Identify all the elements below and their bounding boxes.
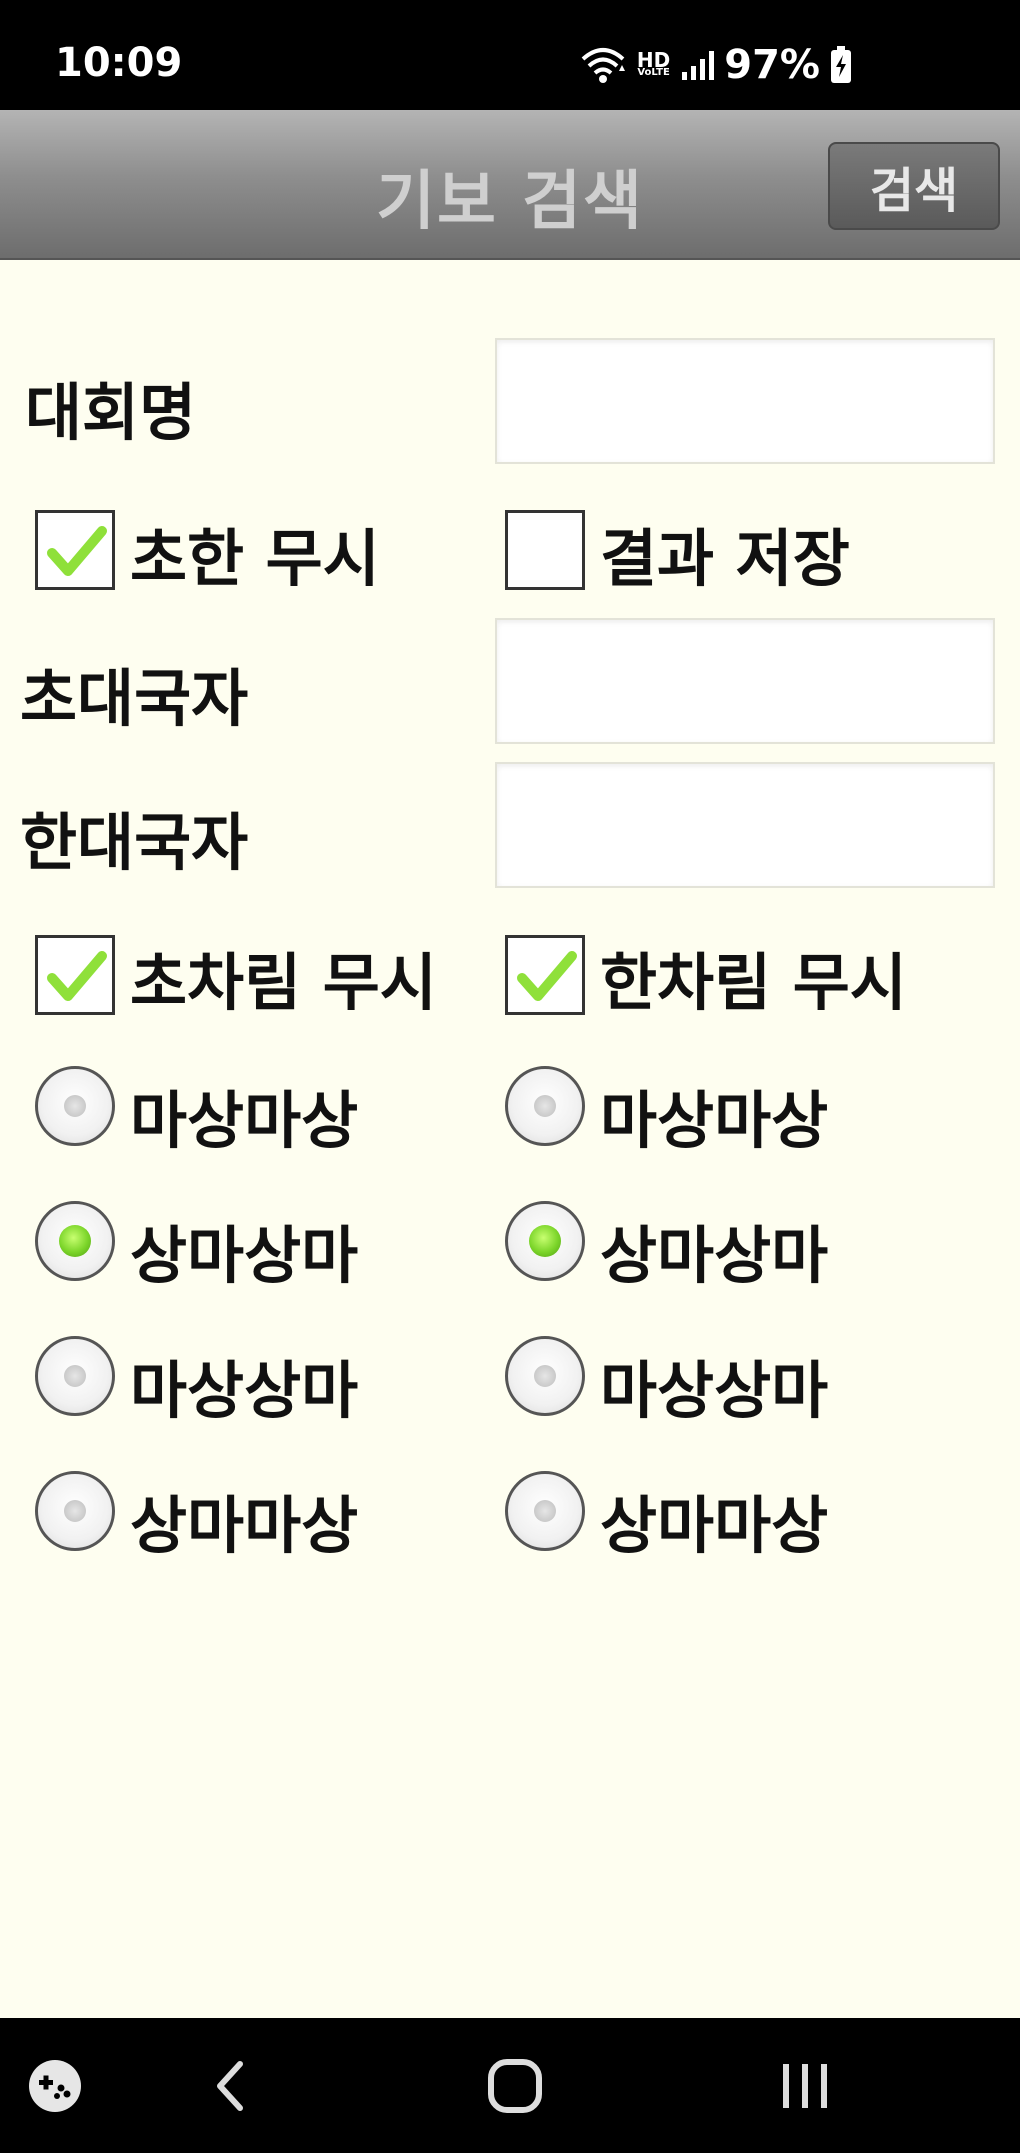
cho-setup-radio-4[interactable] (35, 1471, 115, 1551)
ignore-cho-setup-checkbox[interactable] (35, 935, 115, 1015)
save-result-checkbox[interactable] (505, 510, 585, 590)
hd-voice-label: HD VoLTE (636, 48, 671, 78)
signal-icon (680, 48, 715, 82)
cho-setup-label-4: 상마마상 (130, 1489, 359, 1562)
han-player-label: 한대국자 (20, 806, 249, 879)
tournament-input[interactable] (495, 338, 995, 464)
han-setup-label-1: 마상마상 (600, 1084, 829, 1157)
status-icons: HD VoLTE 97% (579, 40, 852, 90)
han-player-input[interactable] (495, 762, 995, 888)
ignore-cho-han-checkbox[interactable] (35, 510, 115, 590)
recents-icon[interactable] (760, 2018, 850, 2153)
checkmark-icon (517, 951, 577, 1001)
cho-setup-label-2: 상마상마 (130, 1219, 359, 1292)
battery-percent: 97% (724, 42, 820, 88)
ignore-cho-setup-label: 초차림 무시 (130, 946, 437, 1019)
cho-player-input[interactable] (495, 618, 995, 744)
checkmark-icon (47, 526, 107, 576)
system-nav-bar (0, 2018, 1020, 2153)
cho-setup-label-3: 마상상마 (130, 1354, 359, 1427)
game-tools-icon[interactable] (20, 2018, 90, 2153)
cho-player-label: 초대국자 (20, 662, 249, 735)
han-setup-label-4: 상마마상 (600, 1489, 829, 1562)
ignore-cho-han-label: 초한 무시 (130, 522, 380, 595)
han-setup-label-3: 마상상마 (600, 1354, 829, 1427)
wifi-icon (579, 45, 627, 85)
han-setup-label-2: 상마상마 (600, 1219, 829, 1292)
cho-setup-label-1: 마상마상 (130, 1084, 359, 1157)
app-header: 기보 검색 검색 (0, 110, 1020, 260)
battery-charging-icon (830, 46, 852, 84)
cho-setup-radio-2[interactable] (35, 1201, 115, 1281)
status-time: 10:09 (55, 40, 183, 86)
back-icon[interactable] (190, 2018, 270, 2153)
save-result-label: 결과 저장 (600, 522, 850, 595)
checkmark-icon (47, 951, 107, 1001)
home-icon[interactable] (470, 2018, 560, 2153)
han-setup-radio-3[interactable] (505, 1336, 585, 1416)
han-setup-radio-4[interactable] (505, 1471, 585, 1551)
search-button[interactable]: 검색 (828, 142, 1000, 230)
tournament-label: 대회명 (25, 376, 197, 449)
han-setup-radio-2[interactable] (505, 1201, 585, 1281)
han-setup-radio-1[interactable] (505, 1066, 585, 1146)
ignore-han-setup-checkbox[interactable] (505, 935, 585, 1015)
cho-setup-radio-1[interactable] (35, 1066, 115, 1146)
status-bar: 10:09 HD VoLTE 97% (0, 0, 1020, 110)
ignore-han-setup-label: 한차림 무시 (600, 946, 907, 1019)
cho-setup-radio-3[interactable] (35, 1336, 115, 1416)
